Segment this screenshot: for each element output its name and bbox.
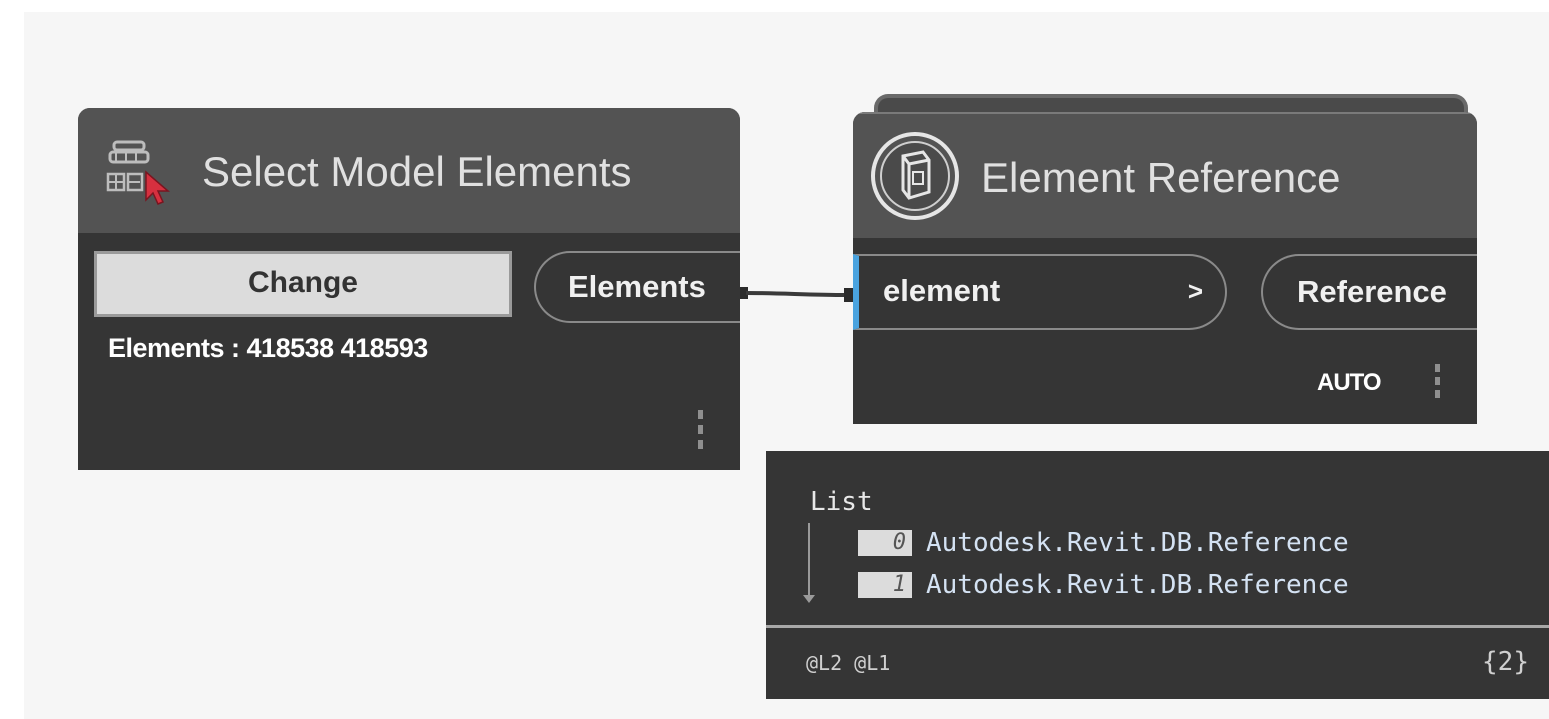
output-port-elements[interactable]: Elements [534,251,740,323]
node-header[interactable]: Element Reference [853,112,1477,238]
list-item: 0 Autodesk.Revit.DB.Reference [858,528,1349,558]
node-header[interactable]: Select Model Elements [78,108,740,233]
list-index: 1 [858,572,912,598]
node-menu-icon[interactable] [1435,364,1441,398]
divider [766,625,1549,628]
node-menu-icon[interactable] [698,410,704,449]
list-levels: @L2 @L1 [806,651,891,675]
change-button[interactable]: Change [94,251,512,317]
preview-bubble[interactable]: List 0 Autodesk.Revit.DB.Reference 1 Aut… [766,451,1549,699]
tree-line [808,523,810,599]
connector-wire[interactable] [740,284,860,304]
tree-arrow-icon [803,595,815,603]
lacing-indicator: AUTO [1317,369,1382,396]
node-title: Select Model Elements [202,148,632,195]
selected-elements-readout: Elements : 418538 418593 [108,333,428,363]
item-count: {2} [1482,647,1529,677]
list-label: List [810,487,873,517]
output-port-reference[interactable]: Reference [1261,254,1477,330]
list-value: Autodesk.Revit.DB.Reference [926,570,1349,600]
input-port-label: element [883,273,1001,308]
list-item: 1 Autodesk.Revit.DB.Reference [858,570,1349,600]
select-model-elements-icon [106,140,171,205]
element-reference-icon [871,132,959,220]
input-port-element[interactable]: element > [853,254,1227,330]
list-value: Autodesk.Revit.DB.Reference [926,528,1349,558]
element-reference-node[interactable]: Element Reference element > Reference AU… [853,112,1477,424]
select-model-elements-node[interactable]: Select Model Elements Change Elements El… [78,108,740,470]
chevron-right-icon[interactable]: > [1188,256,1203,326]
node-title: Element Reference [981,154,1341,201]
list-index: 0 [858,530,912,556]
